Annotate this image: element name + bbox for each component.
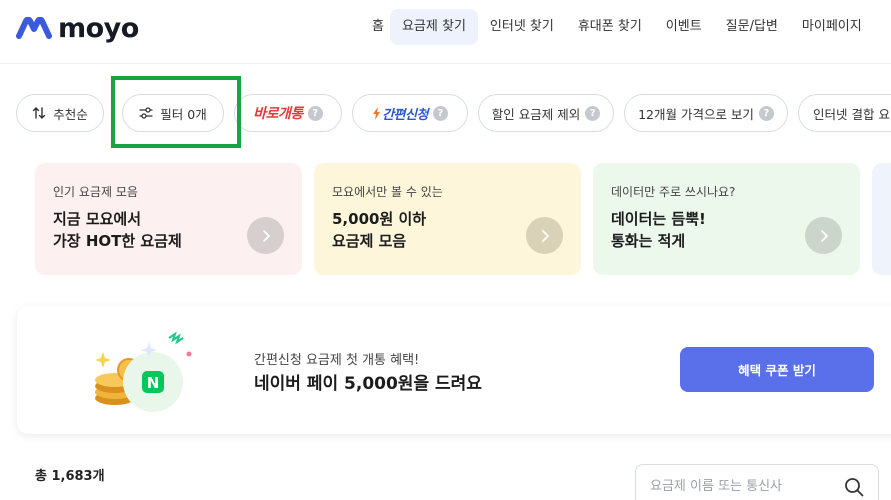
easy-apply-chip[interactable]: 간편신청 ? xyxy=(352,94,468,132)
logo[interactable]: moyo xyxy=(16,12,139,44)
nav-plan-search[interactable]: 요금제 찾기 xyxy=(389,9,478,45)
help-icon[interactable]: ? xyxy=(432,105,448,121)
nav-phone-search[interactable]: 휴대폰 찾기 xyxy=(566,9,654,45)
promo-card-row: 인기 요금제 모음 지금 모요에서 가장 HOT한 요금제 모요에서만 볼 수 … xyxy=(35,163,891,275)
svg-text:N: N xyxy=(147,374,160,392)
chevron-right-icon xyxy=(805,217,842,254)
baro-gaetong-chip[interactable]: 바로개통 ? xyxy=(234,94,342,132)
nav-internet-search[interactable]: 인터넷 찾기 xyxy=(478,9,566,45)
twelve-month-price-chip[interactable]: 12개월 가격으로 보기 ? xyxy=(624,94,788,132)
promo-card-hot[interactable]: 인기 요금제 모음 지금 모요에서 가장 HOT한 요금제 xyxy=(35,163,302,275)
exclude-discount-label: 할인 요금제 제외 xyxy=(491,106,581,122)
baro-gaetong-label: 바로개통 xyxy=(253,106,303,122)
nav-event[interactable]: 이벤트 xyxy=(654,9,714,45)
moyo-logo-icon xyxy=(16,17,52,39)
easy-apply-label: 간편신청 xyxy=(382,107,428,123)
sort-label: 추천순 xyxy=(53,106,88,122)
card-subtitle: 데이터만 주로 쓰시나요? xyxy=(611,185,736,199)
chevron-right-icon xyxy=(247,217,284,254)
nav-mypage[interactable]: 마이페이지 xyxy=(790,9,874,45)
filter-highlight-box xyxy=(111,76,241,148)
exclude-discount-chip[interactable]: 할인 요금제 제외 ? xyxy=(478,94,614,132)
promo-card-data-heavy[interactable]: 데이터만 주로 쓰시나요? 데이터는 듬뿍! 통화는 적게 xyxy=(593,163,860,275)
nav-home[interactable]: 홈 xyxy=(360,9,390,45)
search-icon[interactable] xyxy=(844,477,864,500)
promo-card-under-5000[interactable]: 모요에서만 볼 수 있는 5,000원 이하 요금제 모음 xyxy=(314,163,581,275)
promo-card-partial[interactable] xyxy=(872,163,891,275)
internet-bundle-chip[interactable]: 인터넷 결합 요 xyxy=(798,94,891,132)
card-subtitle: 인기 요금제 모음 xyxy=(53,185,138,199)
naverpay-coin-illustration: N xyxy=(95,331,192,412)
twelve-month-price-label: 12개월 가격으로 보기 xyxy=(638,106,754,122)
naverpay-benefit-banner: N 간편신청 요금제 첫 개통 혜택! 네이버 페이 5,000원을 드려요 혜… xyxy=(17,306,891,434)
banner-subtitle: 간편신청 요금제 첫 개통 혜택! xyxy=(254,353,420,368)
nav-qna[interactable]: 질문/답변 xyxy=(714,9,790,45)
plan-search-box[interactable] xyxy=(635,464,879,500)
get-coupon-button[interactable]: 혜택 쿠폰 받기 xyxy=(680,347,874,392)
plan-search-input[interactable] xyxy=(650,478,830,494)
banner-title: 네이버 페이 5,000원을 드려요 xyxy=(254,374,482,394)
sort-arrows-icon xyxy=(32,106,46,120)
help-icon[interactable]: ? xyxy=(307,105,323,121)
main-nav: 홈 요금제 찾기 인터넷 찾기 휴대폰 찾기 이벤트 질문/답변 마이페이지 xyxy=(360,9,874,45)
lightning-icon xyxy=(372,106,381,120)
logo-text: moyo xyxy=(58,12,139,44)
chevron-right-icon xyxy=(526,217,563,254)
card-subtitle: 모요에서만 볼 수 있는 xyxy=(332,185,443,199)
total-count: 총 1,683개 xyxy=(35,469,105,484)
help-icon[interactable]: ? xyxy=(585,105,601,121)
help-icon[interactable]: ? xyxy=(758,105,774,121)
page: moyo 홈 요금제 찾기 인터넷 찾기 휴대폰 찾기 이벤트 질문/답변 마이… xyxy=(0,0,891,500)
header: moyo 홈 요금제 찾기 인터넷 찾기 휴대폰 찾기 이벤트 질문/답변 마이… xyxy=(0,0,891,64)
sort-button[interactable]: 추천순 xyxy=(16,94,104,132)
internet-bundle-label: 인터넷 결합 요 xyxy=(813,106,890,122)
